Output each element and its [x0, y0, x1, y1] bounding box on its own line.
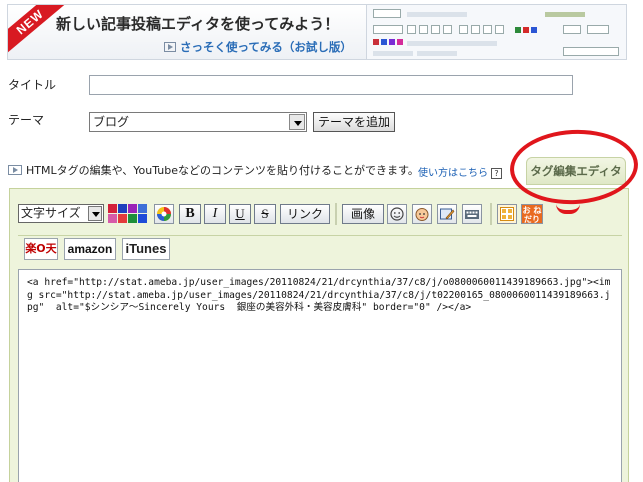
notice-text: HTMLタグの編集や、YouTubeなどのコンテンツを貼り付けることができます。	[26, 164, 419, 177]
theme-selected-value: ブログ	[93, 115, 130, 129]
color-wheel-icon[interactable]	[154, 204, 174, 224]
emoji-icon[interactable]	[387, 204, 407, 224]
face-sticker-icon[interactable]	[412, 204, 432, 224]
html-tag-notice: HTMLタグの編集や、YouTubeなどのコンテンツを貼り付けることができます。	[8, 162, 419, 178]
color-swatch[interactable]	[128, 214, 137, 223]
layout-grid-icon[interactable]	[497, 204, 517, 224]
font-size-select[interactable]: 文字サイズ	[18, 204, 104, 223]
color-swatch[interactable]	[118, 214, 127, 223]
editor-preview-thumbnail	[366, 5, 626, 59]
howto-link-label: 使い方はこちら	[418, 168, 488, 179]
text-color-palette[interactable]	[108, 204, 150, 224]
chevron-down-icon[interactable]	[88, 206, 102, 221]
color-swatch[interactable]	[138, 204, 147, 213]
tag-editor-panel: 文字サイズ B I U S リンク 画像 お ね だり 楽O天 amazon i…	[9, 188, 629, 482]
image-button[interactable]: 画像	[342, 204, 384, 224]
color-swatch[interactable]	[108, 204, 117, 213]
help-icon[interactable]: ?	[491, 168, 502, 179]
color-swatch[interactable]	[118, 204, 127, 213]
toolbar-separator	[490, 203, 492, 225]
chevron-down-icon[interactable]	[289, 114, 305, 130]
toolbar-separator	[335, 203, 337, 225]
html-content-textarea[interactable]: <a href="http://stat.ameba.jp/user_image…	[18, 269, 622, 482]
affiliate-shop-row: 楽O天 amazon iTunes	[18, 235, 622, 261]
banner-cta-link[interactable]: さっそく使ってみる（お試し版）	[164, 39, 352, 55]
edit-image-icon[interactable]	[437, 204, 457, 224]
title-input[interactable]	[89, 75, 573, 95]
add-theme-button[interactable]: テーマを追加	[313, 112, 396, 132]
bold-button[interactable]: B	[179, 204, 201, 224]
title-label: タイトル	[8, 78, 57, 92]
color-swatch[interactable]	[128, 204, 137, 213]
amazon-button[interactable]: amazon	[64, 238, 116, 260]
theme-label: テーマ	[8, 113, 45, 127]
rakuten-button[interactable]: 楽O天	[24, 238, 58, 260]
italic-button[interactable]: I	[204, 204, 226, 224]
shop-link-icon[interactable]: お ねだり	[521, 204, 543, 224]
link-button[interactable]: リンク	[280, 204, 330, 224]
theme-select[interactable]: ブログ	[89, 112, 307, 132]
banner-cta-label: さっそく使ってみる（お試し版）	[180, 40, 352, 54]
color-swatch[interactable]	[138, 214, 147, 223]
font-size-label: 文字サイズ	[21, 206, 81, 220]
arrow-right-icon	[164, 42, 176, 52]
strike-button[interactable]: S	[254, 204, 276, 224]
howto-link[interactable]: 使い方はこちら?	[418, 164, 502, 179]
promo-banner[interactable]: NEW 新しい記事投稿エディタを使ってみよう！ さっそく使ってみる（お試し版）	[7, 4, 627, 60]
banner-title: 新しい記事投稿エディタを使ってみよう！	[56, 15, 340, 33]
color-swatch[interactable]	[108, 214, 117, 223]
underline-button[interactable]: U	[229, 204, 251, 224]
keyboard-icon[interactable]	[462, 204, 482, 224]
itunes-button[interactable]: iTunes	[122, 238, 170, 260]
arrow-right-icon	[8, 165, 22, 175]
